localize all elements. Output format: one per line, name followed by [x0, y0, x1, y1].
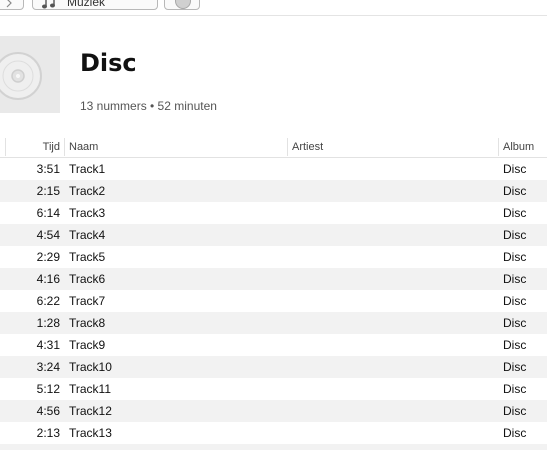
toolbar: Muziek: [0, 0, 547, 16]
track-row[interactable]: 6:22 Track7 Disc: [0, 290, 547, 312]
track-row[interactable]: 2:29 Track5 Disc: [0, 246, 547, 268]
track-row[interactable]: 4:16 Track6 Disc: [0, 268, 547, 290]
track-time: 4:16: [36, 272, 60, 286]
track-album: Disc: [503, 360, 527, 374]
track-name: Track7: [69, 294, 106, 308]
track-album: Disc: [503, 228, 527, 242]
track-name: Track10: [69, 360, 112, 374]
album-artwork: [0, 36, 60, 113]
chevron-right-icon: [6, 0, 12, 8]
track-time: 2:15: [36, 184, 60, 198]
track-row[interactable]: 1:28 Track8 Disc: [0, 312, 547, 334]
column-header-time[interactable]: Tijd: [43, 141, 60, 153]
empty-row: [0, 444, 547, 450]
track-album: Disc: [503, 272, 527, 286]
track-time: 4:56: [36, 404, 60, 418]
track-name: Track8: [69, 316, 106, 330]
track-row[interactable]: 4:56 Track12 Disc: [0, 400, 547, 422]
track-name: Track2: [69, 184, 106, 198]
track-name: Track4: [69, 228, 106, 242]
track-time: 2:29: [36, 250, 60, 264]
track-album: Disc: [503, 404, 527, 418]
track-time: 6:14: [36, 206, 60, 220]
track-row[interactable]: 4:54 Track4 Disc: [0, 224, 547, 246]
track-table-header: Tijd Naam Artiest Album: [0, 136, 547, 158]
track-album: Disc: [503, 316, 527, 330]
track-album: Disc: [503, 206, 527, 220]
source-select[interactable]: Muziek: [32, 0, 158, 10]
column-divider: [498, 138, 499, 156]
track-album: Disc: [503, 338, 527, 352]
track-name: Track9: [69, 338, 106, 352]
track-name: Track11: [69, 382, 112, 396]
track-name: Track1: [69, 162, 106, 176]
album-title: Disc: [80, 49, 137, 77]
forward-button[interactable]: [0, 0, 24, 10]
track-album: Disc: [503, 250, 527, 264]
track-row[interactable]: 4:31 Track9 Disc: [0, 334, 547, 356]
column-divider: [287, 138, 288, 156]
account-icon: [175, 0, 191, 9]
track-name: Track13: [69, 426, 112, 440]
track-album: Disc: [503, 184, 527, 198]
track-time: 2:13: [36, 426, 60, 440]
album-meta: 13 nummers • 52 minuten: [80, 99, 217, 113]
source-select-label: Muziek: [67, 0, 106, 9]
track-list: 3:51 Track1 Disc 2:15 Track2 Disc 6:14 T…: [0, 158, 547, 450]
track-time: 6:22: [36, 294, 60, 308]
track-time: 5:12: [36, 382, 60, 396]
track-row[interactable]: 3:51 Track1 Disc: [0, 158, 547, 180]
disc-icon: [0, 52, 42, 100]
track-name: Track5: [69, 250, 106, 264]
track-time: 3:24: [36, 360, 60, 374]
track-row[interactable]: 6:14 Track3 Disc: [0, 202, 547, 224]
track-album: Disc: [503, 162, 527, 176]
track-time: 3:51: [36, 162, 60, 176]
track-time: 1:28: [36, 316, 60, 330]
column-header-album[interactable]: Album: [503, 141, 534, 153]
track-album: Disc: [503, 294, 527, 308]
track-name: Track6: [69, 272, 106, 286]
track-row[interactable]: 5:12 Track11 Disc: [0, 378, 547, 400]
track-name: Track3: [69, 206, 106, 220]
track-row[interactable]: 3:24 Track10 Disc: [0, 356, 547, 378]
column-divider: [5, 138, 6, 156]
toolbar-divider: [0, 15, 547, 16]
column-divider: [64, 138, 65, 156]
track-time: 4:31: [36, 338, 60, 352]
track-name: Track12: [69, 404, 112, 418]
track-row[interactable]: 2:15 Track2 Disc: [0, 180, 547, 202]
track-row[interactable]: 2:13 Track13 Disc: [0, 422, 547, 444]
account-button[interactable]: [164, 0, 200, 10]
track-time: 4:54: [36, 228, 60, 242]
column-header-name[interactable]: Naam: [69, 141, 98, 153]
track-album: Disc: [503, 426, 527, 440]
column-header-artist[interactable]: Artiest: [292, 141, 323, 153]
track-album: Disc: [503, 382, 527, 396]
music-note-icon: [42, 0, 55, 9]
